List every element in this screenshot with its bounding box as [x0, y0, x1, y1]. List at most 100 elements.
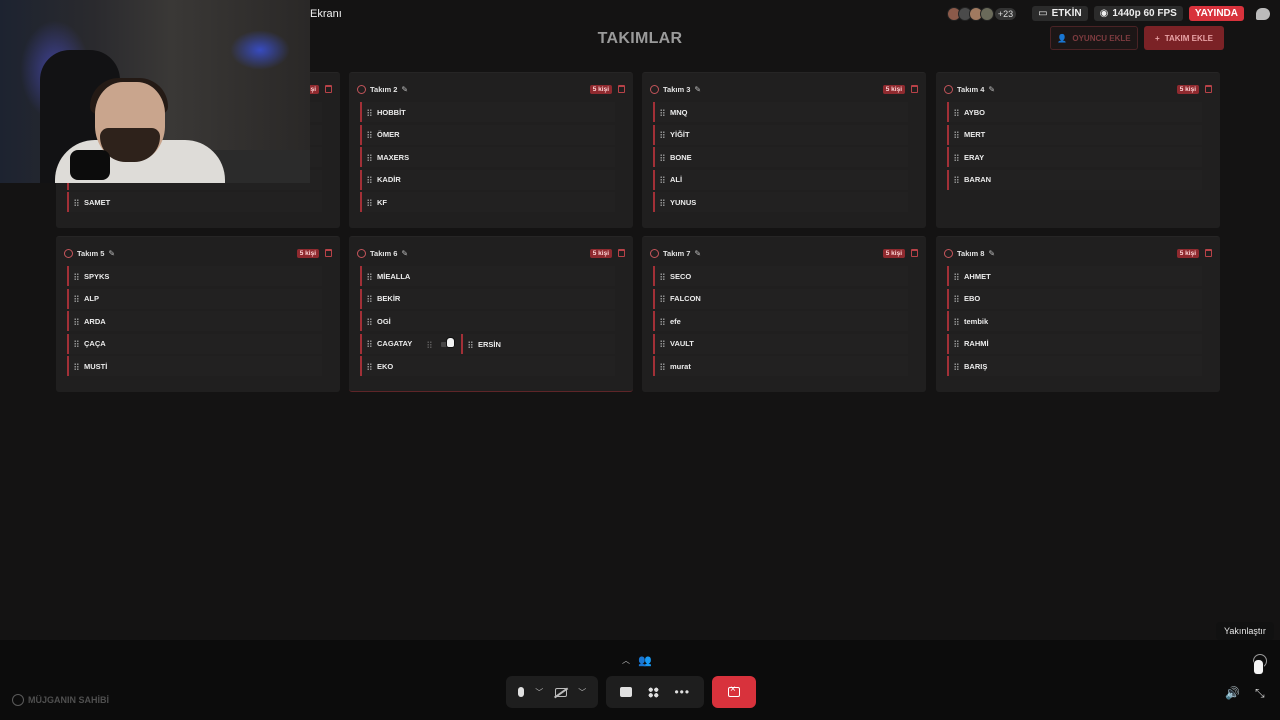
trash-icon[interactable]: [911, 85, 918, 93]
chat-icon[interactable]: [1256, 7, 1270, 20]
drag-handle-icon[interactable]: [367, 176, 372, 184]
drag-handle-icon[interactable]: [74, 340, 79, 348]
player-row[interactable]: ALP: [67, 288, 322, 309]
pencil-icon[interactable]: ✎: [401, 249, 408, 258]
player-row[interactable]: MUSTİ: [67, 356, 322, 377]
player-row[interactable]: SECO: [653, 266, 908, 286]
exit-fullscreen-icon[interactable]: ⤡: [1255, 686, 1265, 701]
drag-handle-icon[interactable]: [367, 131, 372, 139]
trash-icon[interactable]: [1205, 249, 1212, 257]
drag-handle-icon[interactable]: [74, 198, 79, 206]
drag-handle-icon[interactable]: [74, 317, 79, 325]
player-row[interactable]: efe: [653, 311, 908, 332]
pencil-icon[interactable]: ✎: [988, 249, 995, 258]
dragged-player[interactable]: ERSİN: [461, 334, 611, 354]
player-row[interactable]: KADİR: [360, 169, 615, 190]
drag-handle-icon[interactable]: [74, 362, 79, 370]
drag-handle-icon[interactable]: [954, 362, 959, 370]
player-row[interactable]: MERT: [947, 124, 1202, 145]
player-row[interactable]: MİEALLA: [360, 266, 615, 286]
player-row[interactable]: HOBBİT: [360, 102, 615, 122]
player-row[interactable]: VAULT: [653, 333, 908, 354]
player-row[interactable]: YUNUS: [653, 192, 908, 213]
drag-handle-icon[interactable]: [660, 198, 665, 206]
pencil-icon[interactable]: ✎: [694, 85, 701, 94]
microphone-icon[interactable]: [517, 687, 524, 697]
player-row[interactable]: OGİ: [360, 311, 615, 332]
drag-handle-icon[interactable]: [660, 295, 665, 303]
player-row[interactable]: ÖMER: [360, 124, 615, 145]
trash-icon[interactable]: [618, 85, 625, 93]
drag-handle-icon[interactable]: [74, 295, 79, 303]
drag-handle-icon[interactable]: [660, 153, 665, 161]
drag-handle-icon[interactable]: [367, 340, 372, 348]
player-row[interactable]: KF: [360, 192, 615, 213]
player-row[interactable]: SAMET: [67, 192, 322, 213]
drag-handle-icon[interactable]: [367, 362, 372, 370]
player-row[interactable]: AHMET: [947, 266, 1202, 286]
drag-handle-icon[interactable]: [660, 317, 665, 325]
collapse-controls[interactable]: ︿ 👥: [622, 654, 652, 667]
drag-handle-icon[interactable]: [954, 272, 959, 280]
drag-handle-icon[interactable]: [954, 108, 959, 116]
chevron-down-icon[interactable]: ﹀: [578, 687, 586, 698]
player-row[interactable]: MNQ: [653, 102, 908, 122]
player-row[interactable]: ERAY: [947, 147, 1202, 168]
trash-icon[interactable]: [325, 249, 332, 257]
player-row[interactable]: ALİ: [653, 169, 908, 190]
drag-handle-icon[interactable]: [660, 362, 665, 370]
drag-handle-icon[interactable]: [954, 153, 959, 161]
player-row[interactable]: RAHMİ: [947, 333, 1202, 354]
drag-handle-icon[interactable]: [954, 295, 959, 303]
player-row[interactable]: EBO: [947, 288, 1202, 309]
trash-icon[interactable]: [1205, 85, 1212, 93]
drag-handle-icon[interactable]: [660, 131, 665, 139]
player-row[interactable]: ÇAÇA: [67, 333, 322, 354]
player-row[interactable]: EKO: [360, 356, 615, 377]
pencil-icon[interactable]: ✎: [694, 249, 701, 258]
player-row[interactable]: MAXERS: [360, 147, 615, 168]
player-row[interactable]: ARDA: [67, 311, 322, 332]
drag-handle-icon[interactable]: [367, 295, 372, 303]
participants-icon[interactable]: 👥: [638, 654, 652, 667]
drag-handle-icon[interactable]: [468, 340, 473, 348]
more-icon[interactable]: •••: [674, 685, 690, 699]
player-row[interactable]: BARAN: [947, 169, 1202, 190]
chevron-up-icon[interactable]: ︿: [622, 655, 630, 666]
drag-handle-icon[interactable]: [367, 108, 372, 116]
drag-handle-icon[interactable]: [660, 272, 665, 280]
activities-icon[interactable]: [647, 686, 659, 698]
drag-handle-icon[interactable]: [660, 340, 665, 348]
pencil-icon[interactable]: ✎: [108, 249, 115, 258]
player-row[interactable]: YİĞİT: [653, 124, 908, 145]
drag-handle-icon[interactable]: [367, 153, 372, 161]
player-row[interactable]: BEKİR: [360, 288, 615, 309]
chevron-down-icon[interactable]: ﹀: [535, 687, 543, 698]
drag-handle-icon[interactable]: [367, 272, 372, 280]
drag-handle-icon[interactable]: [954, 317, 959, 325]
pencil-icon[interactable]: ✎: [988, 85, 995, 94]
drag-handle-icon[interactable]: [74, 272, 79, 280]
player-row[interactable]: murat: [653, 356, 908, 377]
pencil-icon[interactable]: ✎: [401, 85, 408, 94]
drag-handle-icon[interactable]: [954, 340, 959, 348]
camera-off-icon[interactable]: [554, 687, 567, 697]
drag-handle-icon[interactable]: [954, 131, 959, 139]
end-stream-button[interactable]: [712, 676, 756, 708]
drag-handle-icon[interactable]: [367, 198, 372, 206]
player-row[interactable]: AYBO: [947, 102, 1202, 122]
player-row[interactable]: BARIŞ: [947, 356, 1202, 377]
player-row[interactable]: FALCON: [653, 288, 908, 309]
viewer-avatars[interactable]: +23: [946, 6, 1017, 21]
trash-icon[interactable]: [325, 85, 332, 93]
screen-share-icon[interactable]: [619, 687, 632, 697]
drag-handle-icon[interactable]: [660, 108, 665, 116]
volume-icon[interactable]: 🔊: [1225, 686, 1240, 700]
drag-handle-icon[interactable]: [367, 317, 372, 325]
trash-icon[interactable]: [618, 249, 625, 257]
player-row[interactable]: tembik: [947, 311, 1202, 332]
player-row[interactable]: BONE: [653, 147, 908, 168]
player-row[interactable]: SPYKS: [67, 266, 322, 286]
trash-icon[interactable]: [911, 249, 918, 257]
drag-handle-icon[interactable]: [954, 176, 959, 184]
